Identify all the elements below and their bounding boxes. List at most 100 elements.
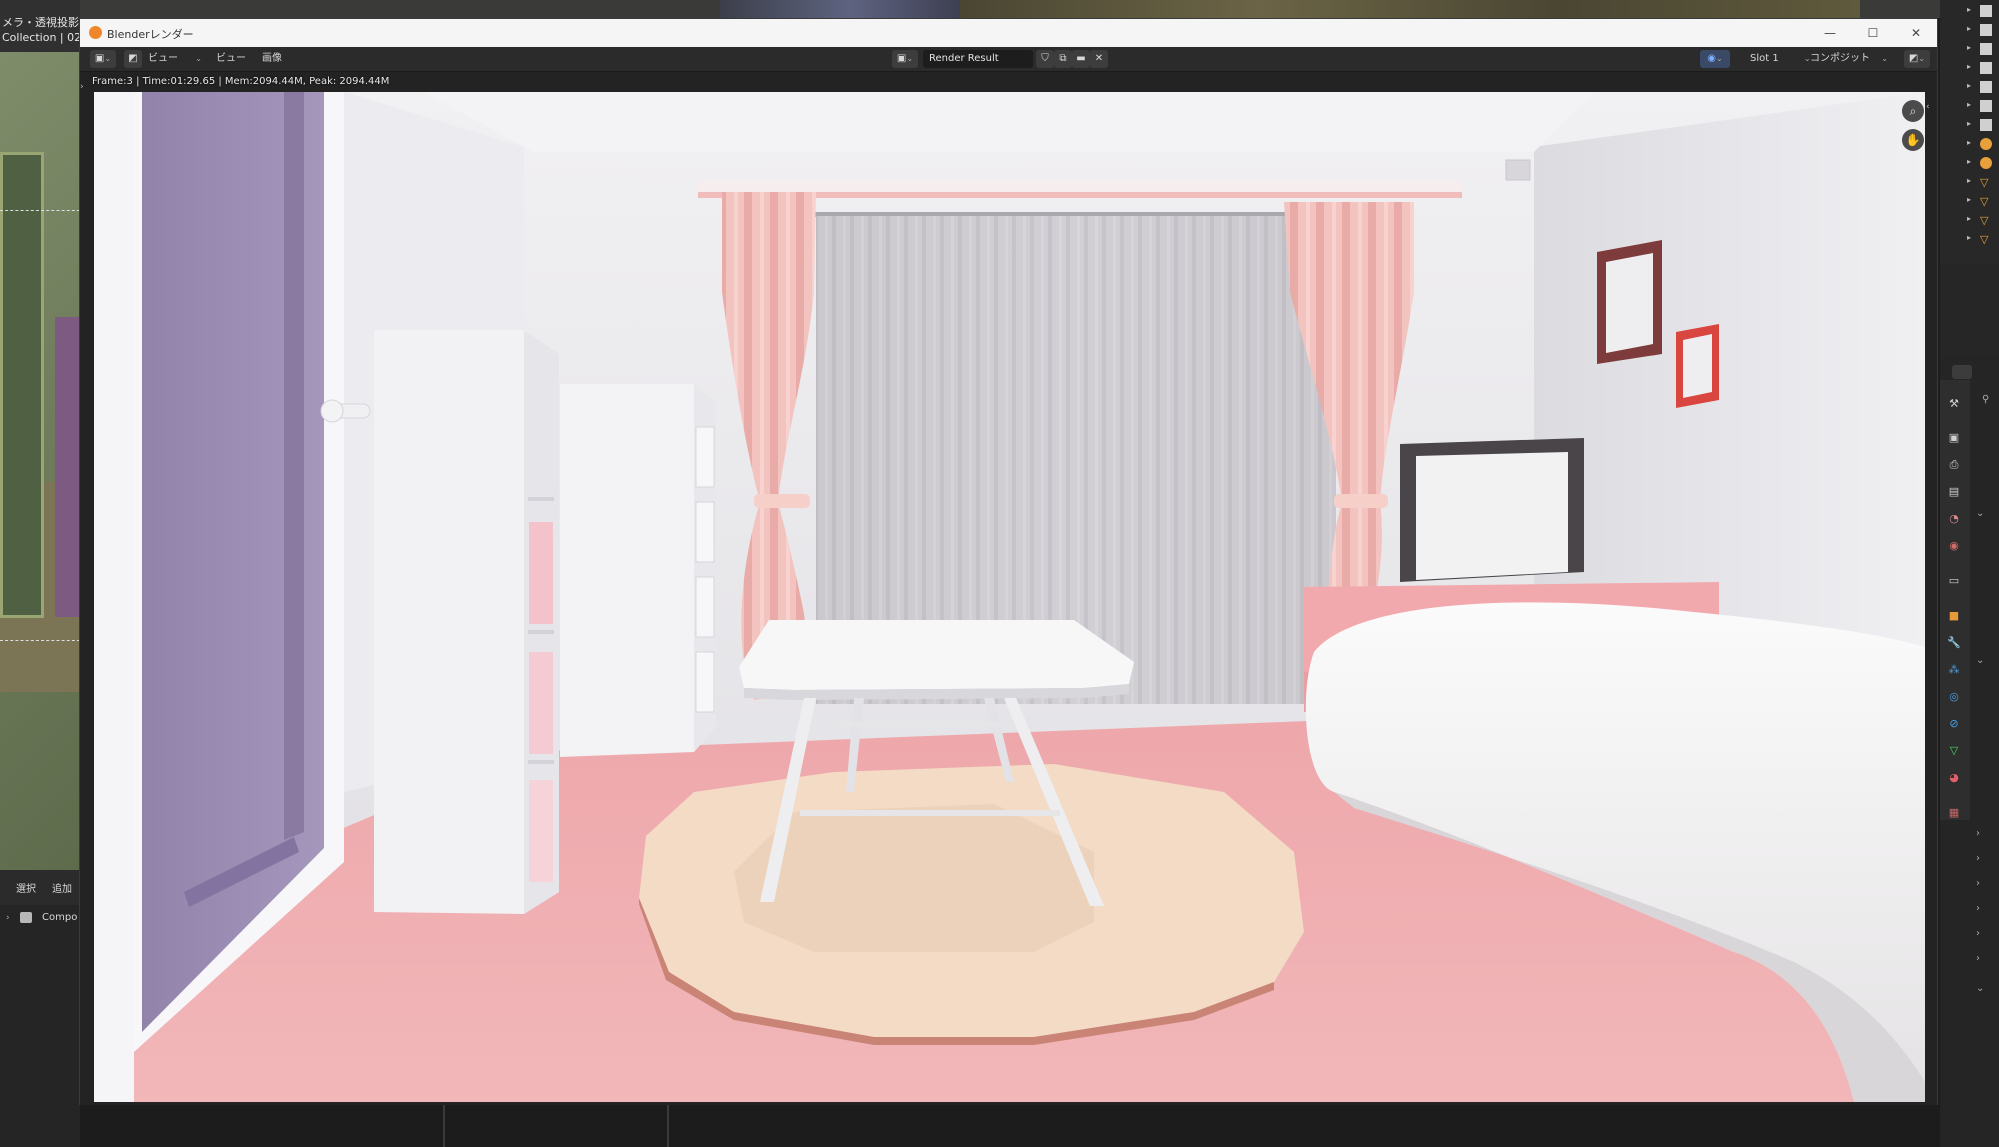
chevron-right-icon[interactable]: ›: [1976, 853, 1996, 864]
scene-tab-icon[interactable]: ◔: [1946, 511, 1962, 527]
viewport-header: メラ・透視投影 Collection | 02_: [0, 0, 80, 52]
layer-dropdown[interactable]: コンポジット ⌄: [1810, 50, 1888, 68]
outliner-row[interactable]: ▸: [1962, 62, 1992, 76]
outliner-row[interactable]: ▸ ▽: [1962, 214, 1992, 228]
chevron-right-icon[interactable]: ›: [1976, 928, 1996, 939]
object-tab-icon[interactable]: ■: [1946, 608, 1962, 624]
expand-arrow-icon[interactable]: ▸: [1967, 24, 1971, 33]
outliner-row[interactable]: ▸ ▽: [1962, 233, 1992, 247]
output-tab-icon[interactable]: ⎙: [1946, 457, 1962, 473]
curtain-tieback-right: [1334, 494, 1388, 508]
outliner-row[interactable]: ▸: [1962, 43, 1992, 57]
collection-tab-icon[interactable]: ▭: [1946, 573, 1962, 589]
constraints-tab-icon[interactable]: ⊘: [1946, 716, 1962, 732]
chevron-down-icon[interactable]: ⌄: [1976, 983, 1996, 994]
expand-arrow-icon[interactable]: ▸: [1967, 214, 1971, 223]
expand-arrow-icon[interactable]: ▸: [1967, 176, 1971, 185]
physics-tab-icon[interactable]: ◎: [1946, 689, 1962, 705]
image-canvas[interactable]: Frame:3 | Time:01:29.65 | Mem:2094.44M, …: [80, 72, 1937, 1105]
outliner-item-label[interactable]: Compo: [42, 912, 77, 923]
image-menu[interactable]: 画像: [262, 50, 282, 68]
outliner-row[interactable]: ▸: [1962, 5, 1992, 19]
expand-arrow-icon[interactable]: ▸: [1967, 119, 1971, 128]
expand-arrow-icon[interactable]: ▸: [1967, 233, 1971, 242]
view-mode-icon: ◩: [128, 53, 138, 64]
view-menu[interactable]: ビュー: [216, 50, 246, 68]
outliner-row[interactable]: ▸ ▽: [1962, 195, 1992, 209]
data-tab-icon[interactable]: ▽: [1946, 743, 1962, 759]
close-button[interactable]: ✕: [1901, 23, 1931, 43]
duplicate-icon: ⧉: [1059, 53, 1067, 64]
material-tab-icon[interactable]: ◕: [1946, 770, 1962, 786]
sample-tool-button[interactable]: ◉⌄: [1700, 50, 1730, 68]
expand-arrow-icon[interactable]: ▸: [1967, 5, 1971, 14]
expand-arrow-icon[interactable]: ▸: [1967, 62, 1971, 71]
expand-arrow-icon[interactable]: ▸: [1967, 157, 1971, 166]
render-window: Blenderレンダー — ☐ ✕ ▣⌄ ◩ ビュー ⌄ ビュー 画像 ▣⌄ R…: [79, 18, 1938, 1105]
expand-arrow-icon[interactable]: ▸: [1967, 195, 1971, 204]
chevron-down-icon[interactable]: ⌄: [1976, 508, 1996, 519]
background-image-strip: [960, 0, 1860, 18]
display-channels-button[interactable]: ◩⌄: [1904, 50, 1930, 68]
menu-add[interactable]: 追加: [52, 880, 72, 895]
chevron-right-icon[interactable]: ›: [1976, 903, 1996, 914]
outliner-row[interactable]: ▸ ▽: [1962, 176, 1992, 190]
area-divider[interactable]: [667, 1105, 669, 1147]
expand-arrow-icon[interactable]: ›: [6, 913, 10, 923]
outliner-row[interactable]: ▸: [1962, 24, 1992, 38]
new-image-button[interactable]: ⧉: [1054, 50, 1072, 68]
area-divider[interactable]: [443, 1105, 445, 1147]
maximize-button[interactable]: ☐: [1858, 23, 1888, 43]
expand-arrow-icon[interactable]: ▸: [1967, 138, 1971, 147]
outliner-row[interactable]: ▸: [1962, 138, 1992, 152]
toolbar-expand-icon[interactable]: ›: [80, 82, 84, 92]
zoom-icon[interactable]: ⌕: [1902, 100, 1924, 122]
editor-type-button[interactable]: ▣⌄: [90, 50, 116, 68]
viewport-guide-line: [0, 640, 80, 641]
outliner-row[interactable]: ▸: [1962, 119, 1992, 133]
chevron-right-icon[interactable]: ›: [1976, 953, 1996, 964]
menu-select[interactable]: 選択: [16, 880, 36, 895]
expand-arrow-icon[interactable]: ▸: [1967, 100, 1971, 109]
image-icon: ▣: [896, 53, 907, 64]
chevron-right-icon[interactable]: ›: [1976, 878, 1996, 889]
collection-icon: [1980, 5, 1992, 17]
dresser-drawer: [695, 426, 715, 488]
mesh-icon: ▽: [1980, 176, 1989, 189]
storage-box-pink: [529, 522, 553, 624]
expand-arrow-icon[interactable]: ▸: [1967, 81, 1971, 90]
tool-tab-icon[interactable]: ⚒: [1946, 396, 1962, 412]
editor-type-icon[interactable]: [1952, 365, 1972, 379]
eyedropper-icon: ◉: [1707, 53, 1717, 64]
window-titlebar[interactable]: Blenderレンダー — ☐ ✕: [80, 19, 1937, 47]
view-menu-dropdown[interactable]: ビュー ⌄: [148, 50, 202, 68]
slot-dropdown[interactable]: Slot 1 ⌄: [1750, 50, 1811, 68]
view-layer-tab-icon[interactable]: ▤: [1946, 484, 1962, 500]
properties-pin-icon[interactable]: ⚲: [1982, 394, 1999, 405]
mode-button[interactable]: ◩: [124, 50, 142, 68]
browse-image-button[interactable]: ▣⌄: [892, 50, 918, 68]
world-tab-icon[interactable]: ◉: [1946, 538, 1962, 554]
hand-icon[interactable]: ✋: [1902, 129, 1924, 151]
outliner-row[interactable]: ▸: [1962, 100, 1992, 114]
chevron-down-icon[interactable]: ⌄: [1976, 655, 1996, 666]
outliner-row[interactable]: ▸: [1962, 157, 1992, 171]
scene-icon: [20, 912, 32, 923]
unlink-image-button[interactable]: ✕: [1090, 50, 1108, 68]
sidebar-expand-icon[interactable]: ‹: [1926, 102, 1930, 112]
render-result-image: [94, 92, 1925, 1102]
door-groove: [284, 92, 304, 840]
background-3d-viewport[interactable]: [0, 52, 80, 870]
texture-tab-icon[interactable]: ▦: [1946, 805, 1962, 821]
background-top-strip: [80, 0, 1940, 18]
open-image-button[interactable]: ▬: [1072, 50, 1090, 68]
render-tab-icon[interactable]: ▣: [1946, 430, 1962, 446]
particles-tab-icon[interactable]: ⁂: [1946, 662, 1962, 678]
chevron-right-icon[interactable]: ›: [1976, 828, 1996, 839]
minimize-button[interactable]: —: [1815, 23, 1845, 43]
image-name-field[interactable]: Render Result: [923, 50, 1033, 68]
modifier-tab-icon[interactable]: 🔧: [1946, 635, 1962, 651]
outliner-row[interactable]: ▸: [1962, 81, 1992, 95]
expand-arrow-icon[interactable]: ▸: [1967, 43, 1971, 52]
fake-user-button[interactable]: ⛉: [1036, 50, 1054, 68]
